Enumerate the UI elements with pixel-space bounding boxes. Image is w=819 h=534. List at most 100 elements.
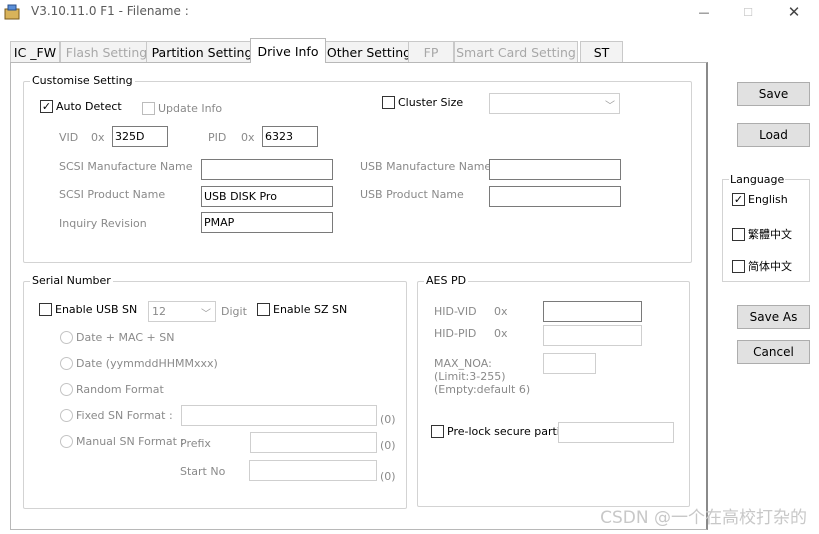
maximize-icon: ☐: [743, 5, 753, 19]
tab-drive-info[interactable]: Drive Info: [250, 38, 326, 63]
cluster-size-box-icon: [382, 96, 395, 109]
enable-usb-sn-label: Enable USB SN: [55, 303, 138, 316]
vid-label: VID: [59, 131, 79, 144]
scsi-product-label: SCSI Product Name: [59, 188, 166, 201]
save-button[interactable]: Save: [737, 82, 810, 106]
scsi-product-input[interactable]: USB DISK Pro: [201, 186, 333, 207]
hid-vid-input[interactable]: [543, 301, 642, 322]
prefix-input[interactable]: [250, 432, 377, 453]
radio-random-format[interactable]: Random Format: [60, 383, 164, 396]
aes-pd-title: AES PD: [424, 274, 469, 287]
tab-ic-fw[interactable]: IC _FW: [10, 41, 60, 62]
enable-usb-sn-checkbox[interactable]: Enable USB SN: [39, 303, 137, 316]
hid-pid-label: HID-PID: [434, 327, 477, 340]
radio-manual-sn-format-label: Manual SN Format :: [76, 435, 185, 448]
lang-simplified-checkbox[interactable]: 简体中文: [732, 258, 792, 274]
watermark: CSDN @一个在高校打杂的: [600, 508, 807, 528]
drive-info-panel: Customise Setting ✓ Auto Detect Update I…: [10, 62, 708, 530]
auto-detect-check-icon: ✓: [40, 100, 53, 113]
pid-label: PID: [208, 131, 227, 144]
close-button[interactable]: ✕: [771, 0, 817, 24]
hid-vid-prefix: 0x: [494, 305, 508, 318]
vid-prefix: 0x: [91, 131, 105, 144]
language-group: Language ✓ English 繁體中文 简体中文: [722, 173, 810, 282]
tab-smart-card-setting[interactable]: Smart Card Setting: [454, 41, 578, 62]
digit-select[interactable]: 12 ﹀: [148, 301, 216, 322]
radio-date-mac-sn-label: Date + MAC + SN: [76, 331, 175, 344]
max-noa-default-label: (Empty:default 6): [434, 383, 531, 396]
cancel-button[interactable]: Cancel: [737, 340, 810, 364]
radio-circle-icon: [60, 331, 73, 344]
auto-detect-checkbox[interactable]: ✓ Auto Detect: [40, 100, 122, 113]
lang-simplified-label: 简体中文: [748, 260, 792, 273]
start-no-count: (0): [380, 470, 396, 483]
chevron-down-icon: ﹀: [605, 101, 615, 112]
enable-sz-sn-label: Enable SZ SN: [273, 303, 348, 316]
inquiry-revision-label: Inquiry Revision: [59, 217, 147, 230]
scsi-manufacture-input[interactable]: [201, 159, 333, 180]
minimize-button[interactable]: —: [681, 0, 727, 24]
scsi-manufacture-label: SCSI Manufacture Name: [59, 160, 193, 173]
customise-setting-group: Customise Setting ✓ Auto Detect Update I…: [23, 74, 692, 263]
pre-lock-checkbox[interactable]: Pre-lock secure partitic: [431, 425, 573, 438]
load-button[interactable]: Load: [737, 123, 810, 147]
close-icon: ✕: [787, 3, 801, 21]
vid-input[interactable]: 325D: [112, 126, 168, 147]
prefix-count: (0): [380, 439, 396, 452]
radio-circle-icon: [60, 383, 73, 396]
update-info-checkbox[interactable]: Update Info: [142, 102, 222, 115]
lang-traditional-label: 繁體中文: [748, 228, 792, 241]
app-icon: [4, 4, 20, 20]
inquiry-revision-input[interactable]: PMAP: [201, 212, 333, 233]
lang-english-label: English: [748, 193, 788, 206]
usb-product-input[interactable]: [489, 186, 621, 207]
pre-lock-box-icon: [431, 425, 444, 438]
tab-st[interactable]: ST: [580, 41, 623, 62]
cluster-size-select[interactable]: ﹀: [489, 93, 620, 114]
lang-traditional-checkbox[interactable]: 繁體中文: [732, 226, 792, 242]
hid-pid-input[interactable]: [543, 325, 642, 346]
start-no-input[interactable]: [249, 460, 377, 481]
cluster-size-checkbox[interactable]: Cluster Size: [382, 96, 463, 109]
customise-setting-title: Customise Setting: [30, 74, 135, 87]
enable-sz-sn-checkbox[interactable]: Enable SZ SN: [257, 303, 347, 316]
digit-label: Digit: [221, 305, 247, 318]
tab-partition-setting[interactable]: Partition Setting: [146, 41, 258, 62]
hid-vid-label: HID-VID: [434, 305, 477, 318]
tab-other-setting[interactable]: Other Setting: [321, 41, 417, 62]
chevron-down-icon: ﹀: [201, 309, 211, 320]
pre-lock-label: Pre-lock secure partitic: [447, 425, 574, 438]
lang-english-check-icon: ✓: [732, 193, 745, 206]
lang-traditional-box-icon: [732, 227, 745, 241]
pid-prefix: 0x: [241, 131, 255, 144]
update-info-label: Update Info: [158, 102, 223, 115]
lang-simplified-box-icon: [732, 259, 745, 273]
hid-pid-prefix: 0x: [494, 327, 508, 340]
max-noa-input[interactable]: [543, 353, 596, 374]
aes-pd-group: AES PD HID-VID 0x HID-PID 0x MAX_NOA: (L…: [417, 274, 690, 507]
radio-manual-sn-format[interactable]: Manual SN Format :: [60, 435, 184, 448]
save-as-button[interactable]: Save As: [737, 305, 810, 329]
tab-fp[interactable]: FP: [408, 41, 454, 62]
window-title: V3.10.11.0 F1 - Filename :: [31, 4, 189, 18]
start-no-label: Start No: [180, 465, 226, 478]
tab-strip: IC _FW Flash Setting Partition Setting D…: [10, 38, 730, 63]
radio-date[interactable]: Date (yymmddHHMMxxx): [60, 357, 218, 370]
lang-english-checkbox[interactable]: ✓ English: [732, 193, 788, 206]
cluster-size-label: Cluster Size: [398, 96, 464, 109]
tab-flash-setting[interactable]: Flash Setting: [60, 41, 153, 62]
radio-random-format-label: Random Format: [76, 383, 164, 396]
radio-fixed-sn-format[interactable]: Fixed SN Format :: [60, 409, 173, 422]
usb-product-label: USB Product Name: [360, 188, 464, 201]
pid-input[interactable]: 6323: [262, 126, 318, 147]
pre-lock-input[interactable]: [558, 422, 674, 443]
fixed-sn-input[interactable]: [181, 405, 377, 426]
title-bar: V3.10.11.0 F1 - Filename : — ☐ ✕: [0, 0, 819, 26]
radio-circle-icon: [60, 435, 73, 448]
digit-value: 12: [152, 305, 166, 318]
maximize-button[interactable]: ☐: [725, 0, 771, 24]
minimize-icon: —: [698, 5, 710, 19]
radio-date-mac-sn[interactable]: Date + MAC + SN: [60, 331, 174, 344]
usb-manufacture-input[interactable]: [489, 159, 621, 180]
update-info-box-icon: [142, 102, 155, 115]
